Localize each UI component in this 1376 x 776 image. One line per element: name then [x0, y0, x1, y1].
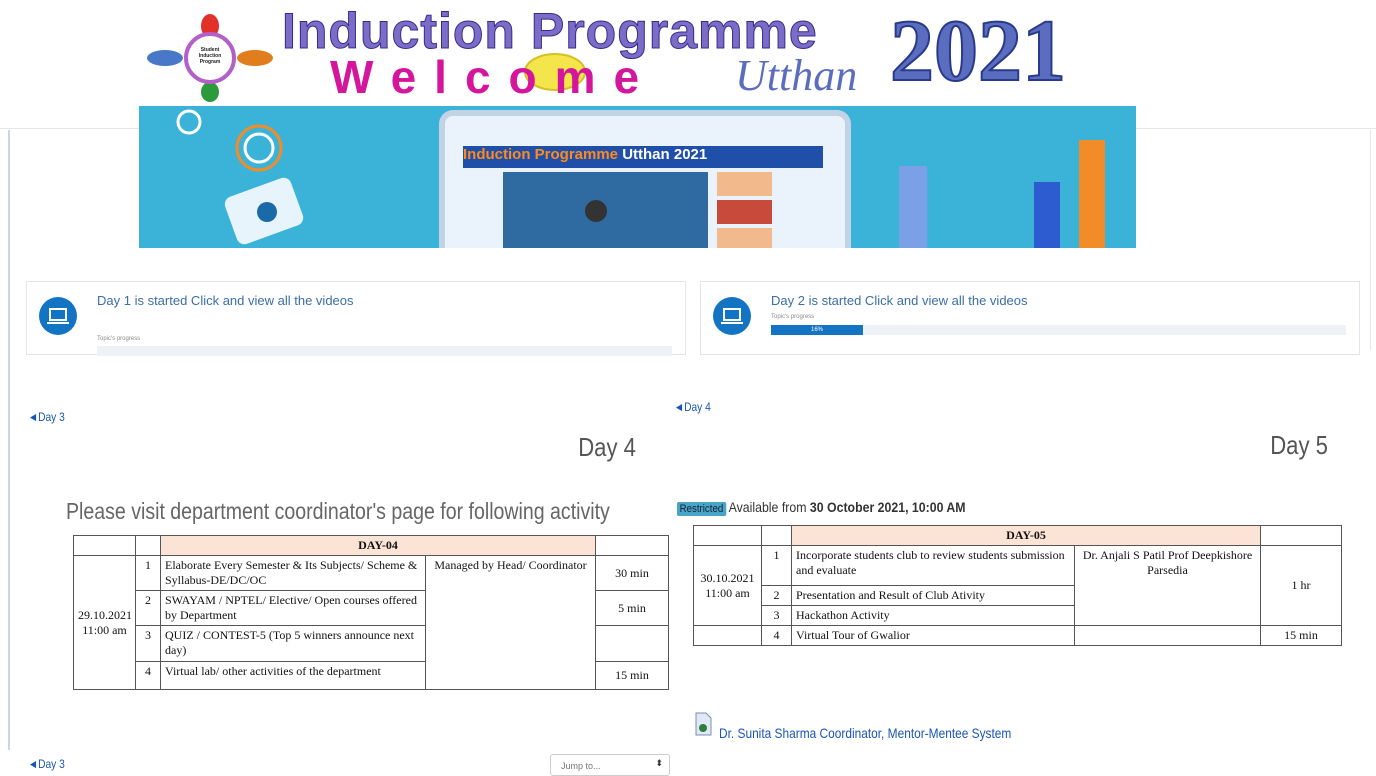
- activity-cell: SWAYAM / NPTEL/ Elective/ Open courses o…: [160, 590, 426, 626]
- duration-cell: 5 min: [595, 590, 670, 626]
- row-number: 2: [135, 590, 161, 626]
- topic-card-title[interactable]: Day 1 is started Click and view all the …: [97, 293, 354, 308]
- thumb-1: [717, 172, 772, 196]
- activity-cell: Incorporate students club to review stud…: [791, 545, 1075, 586]
- video-play-icon: [585, 200, 607, 222]
- laptop-icon: [39, 297, 77, 335]
- jump-to-select[interactable]: Jump to... ⬍: [550, 754, 670, 776]
- left-frame-line: [8, 130, 10, 750]
- availability-notice: Restricted Available from 30 October 202…: [677, 499, 966, 516]
- row-number: 3: [135, 625, 161, 662]
- session-time: 11:00 am: [705, 585, 750, 600]
- managed-by-cell: Managed by Head/ Coordinator: [424, 555, 597, 690]
- tablet-title-b: Utthan 2021: [618, 146, 708, 163]
- topic-progress-bar: [97, 346, 672, 356]
- session-time: 11:00 am: [82, 622, 127, 637]
- table-row: 4 Virtual Tour of Gwalior 15 min: [693, 625, 1343, 646]
- prev-day-link[interactable]: ◄Day 3: [28, 410, 65, 424]
- day5-schedule-table: DAY-05 30.10.2021 11:00 am 1 Incorporate…: [693, 525, 1343, 646]
- table-header-row: DAY-04: [73, 535, 670, 556]
- coordinator-notice: Please visit department coordinator's pa…: [66, 498, 610, 524]
- activity-cell: Presentation and Result of Club Ativity: [791, 585, 1075, 606]
- circle-decoration: [176, 109, 283, 172]
- program-logo: Student Induction Program: [145, 12, 275, 102]
- thumb-2: [717, 200, 772, 224]
- duration-cell: 15 min: [1260, 625, 1343, 646]
- logo-text: Student Induction Program: [198, 47, 222, 65]
- coordinator-cell: Dr. Anjali S Patil Prof Deepkishore Pars…: [1073, 545, 1262, 626]
- session-date: 30.10.2021: [700, 570, 755, 585]
- prev-day-link[interactable]: ◄Day 4: [674, 400, 711, 414]
- available-prefix: Available from: [728, 499, 810, 515]
- topic-progress-bar: 16%: [771, 325, 1346, 335]
- banner-welcome: Welcome: [330, 51, 658, 103]
- row-number: 1: [135, 555, 161, 591]
- table-row: 29.10.2021 11:00 am 1 Elaborate Every Se…: [73, 555, 670, 690]
- topic-progress-fill: 16%: [771, 325, 863, 335]
- jump-to-label: Jump to...: [561, 761, 601, 771]
- topic-card-day1[interactable]: Day 1 is started Click and view all the …: [26, 281, 686, 356]
- file-link-text[interactable]: Dr. Sunita Sharma Coordinator, Mentor-Me…: [719, 725, 1011, 741]
- topic-progress-label: Topic's progress: [771, 314, 815, 320]
- tablet-title-a: Induction Programme: [463, 146, 619, 163]
- header-banner: Student Induction Program Induction Prog…: [0, 0, 1376, 105]
- activity-cell: QUIZ / CONTEST-5 (Top 5 winners announce…: [160, 625, 426, 662]
- right-frame-line: [1370, 130, 1371, 350]
- table-title: DAY-04: [159, 535, 597, 556]
- duration-cell: 30 min: [595, 555, 670, 591]
- row-number: 4: [761, 625, 792, 646]
- available-date: 30 October 2021, 10:00 AM: [809, 499, 966, 515]
- section-heading-day4: Day 4: [578, 432, 636, 462]
- banner-utthan: Utthan: [735, 51, 858, 100]
- table-header-row: DAY-05: [693, 525, 1343, 546]
- bar-chart-decoration: [899, 166, 927, 248]
- topic-card-day2[interactable]: Day 2 is started Click and view all the …: [700, 281, 1360, 355]
- row-number: 2: [761, 585, 792, 606]
- banner-year: 2021: [889, 2, 1067, 101]
- row-number: 4: [135, 661, 161, 690]
- thumb-3: [717, 228, 772, 248]
- bar-chart-decoration: [1079, 140, 1105, 248]
- section-heading-day5: Day 5: [1270, 430, 1328, 460]
- session-datetime: 29.10.2021 11:00 am: [73, 555, 136, 690]
- activity-cell: Virtual lab/ other activities of the dep…: [160, 661, 426, 690]
- play-icon: [257, 202, 277, 222]
- session-date: 29.10.2021: [78, 607, 132, 622]
- laptop-icon: [713, 297, 751, 335]
- duration-cell: [595, 625, 670, 662]
- tablet-illustration: Induction Programme Utthan 2021: [439, 110, 851, 248]
- day4-schedule-table: DAY-04 29.10.2021 11:00 am 1 Elaborate E…: [73, 535, 670, 690]
- topic-progress-label: Topic's progress: [97, 336, 141, 342]
- activity-cell: Virtual Tour of Gwalior: [791, 625, 1075, 646]
- hero-image: Induction Programme Utthan 2021: [139, 106, 1136, 248]
- activity-cell: Elaborate Every Semester & Its Subjects/…: [160, 555, 426, 591]
- restricted-badge: Restricted: [677, 502, 726, 516]
- session-datetime: 30.10.2021 11:00 am: [693, 545, 762, 626]
- activity-cell: Hackathon Activity: [791, 605, 1075, 626]
- topic-card-title[interactable]: Day 2 is started Click and view all the …: [771, 293, 1028, 308]
- bar-chart-decoration: [1034, 182, 1060, 248]
- tablet-title: Induction Programme Utthan 2021: [463, 146, 823, 168]
- row-number: 1: [761, 545, 792, 586]
- chevron-updown-icon: ⬍: [655, 758, 663, 768]
- duration-cell: 1 hr: [1260, 545, 1343, 626]
- document-icon: [695, 712, 712, 736]
- row-number: 3: [761, 605, 792, 626]
- duration-cell: 15 min: [595, 661, 670, 690]
- table-title: DAY-05: [790, 525, 1262, 546]
- table-row: 30.10.2021 11:00 am 1 Incorporate studen…: [693, 545, 1343, 626]
